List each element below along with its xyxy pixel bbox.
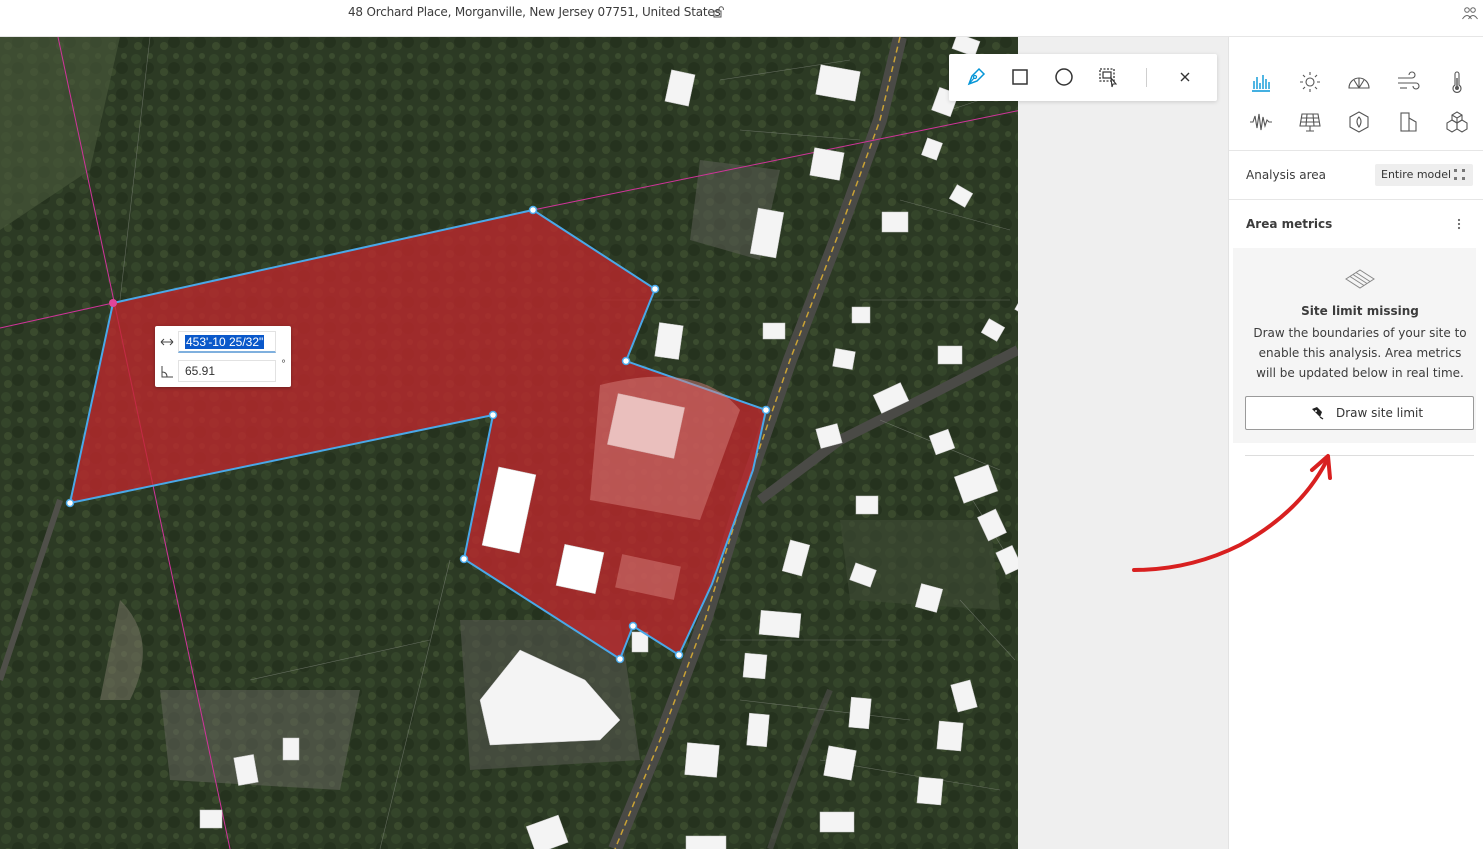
circle-icon[interactable] bbox=[1053, 66, 1075, 88]
volume-cubes-icon[interactable] bbox=[1445, 110, 1469, 134]
top-bar: 48 Orchard Place, Morganville, New Jerse… bbox=[0, 0, 1483, 37]
area-metrics-heading: Area metrics bbox=[1246, 217, 1333, 231]
energy-icon[interactable] bbox=[1347, 110, 1371, 134]
expand-corners-icon bbox=[1454, 169, 1465, 180]
dimension-input-popup: 453'-10 25/32" 65.91 ° bbox=[155, 326, 291, 387]
site-layers-icon bbox=[1345, 269, 1375, 289]
select-area-icon[interactable] bbox=[1097, 66, 1119, 88]
analysis-area-label: Analysis area bbox=[1246, 168, 1327, 182]
pen-draw-icon[interactable] bbox=[965, 66, 987, 88]
angle-unit: ° bbox=[281, 359, 286, 370]
panel-divider bbox=[1229, 150, 1483, 151]
sun-icon[interactable] bbox=[1298, 70, 1322, 94]
drawing-toolbar bbox=[949, 54, 1217, 101]
angle-icon bbox=[161, 366, 173, 378]
analysis-panel: Analysis area Entire model Area metrics … bbox=[1228, 37, 1483, 849]
solar-panel-icon[interactable] bbox=[1298, 110, 1322, 134]
empty-state-description: Draw the boundaries of your site to enab… bbox=[1253, 326, 1467, 380]
project-address: 48 Orchard Place, Morganville, New Jerse… bbox=[348, 5, 721, 19]
analysis-area-value: Entire model bbox=[1381, 168, 1452, 181]
panel-divider bbox=[1229, 199, 1483, 200]
angle-input[interactable]: 65.91 bbox=[178, 360, 276, 382]
toolbar-separator bbox=[1146, 68, 1147, 87]
draw-site-limit-button[interactable]: Draw site limit bbox=[1245, 396, 1474, 430]
length-input[interactable]: 453'-10 25/32" bbox=[178, 331, 276, 353]
close-icon[interactable] bbox=[1174, 66, 1196, 88]
pen-icon bbox=[1312, 407, 1324, 420]
map-canvas[interactable] bbox=[0, 37, 1228, 849]
rectangle-icon[interactable] bbox=[1009, 66, 1031, 88]
length-value: 453'-10 25/32" bbox=[185, 335, 265, 349]
length-arrows-icon bbox=[160, 338, 174, 346]
thermometer-icon[interactable] bbox=[1445, 70, 1469, 94]
noise-wave-icon[interactable] bbox=[1249, 110, 1273, 134]
more-options-icon[interactable] bbox=[1455, 217, 1463, 231]
analysis-area-select[interactable]: Entire model bbox=[1375, 164, 1473, 186]
draw-site-limit-label: Draw site limit bbox=[1336, 406, 1424, 420]
empty-state-title: Site limit missing bbox=[1301, 304, 1419, 318]
shadow-icon[interactable] bbox=[1396, 110, 1420, 134]
bar-chart-icon[interactable] bbox=[1249, 70, 1273, 94]
wind-icon[interactable] bbox=[1396, 70, 1420, 94]
site-limit-empty-state: Site limit missing Draw the boundaries o… bbox=[1233, 248, 1476, 443]
map-edge-area bbox=[1018, 37, 1228, 849]
unlock-icon[interactable] bbox=[713, 6, 725, 18]
users-icon[interactable] bbox=[1461, 5, 1479, 21]
daylight-arc-icon[interactable] bbox=[1347, 70, 1371, 94]
panel-divider bbox=[1245, 455, 1474, 456]
